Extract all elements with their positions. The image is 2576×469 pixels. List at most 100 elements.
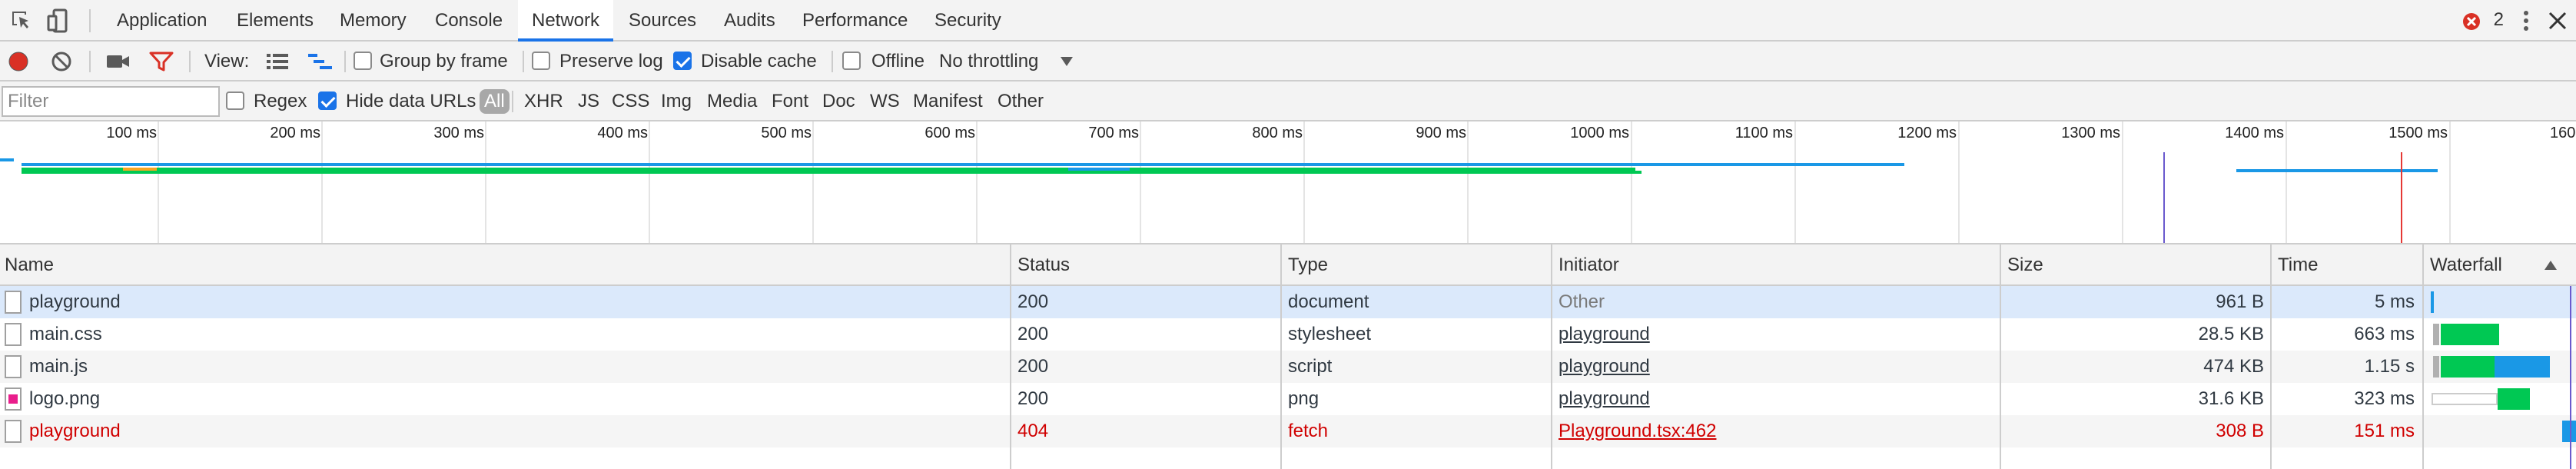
column-divider[interactable] (1280, 244, 1282, 469)
type-filter-xhr[interactable]: XHR (524, 81, 563, 121)
error-icon[interactable] (2461, 11, 2482, 32)
toolbar-divider (89, 51, 91, 72)
column-divider[interactable] (1551, 244, 1552, 469)
request-time: 663 ms (2354, 324, 2415, 344)
hide-data-urls-checkbox[interactable] (318, 91, 337, 110)
record-icon[interactable] (8, 51, 29, 72)
network-toolbar: View: Group by frame Preserve log Disabl… (0, 42, 2576, 81)
tab-network[interactable]: Network (518, 0, 614, 42)
column-header-initiator[interactable]: Initiator (1554, 244, 2000, 286)
type-filter-font[interactable]: Font (772, 81, 808, 121)
overview-gridline (2286, 121, 2287, 243)
capture-screenshots-icon[interactable] (106, 52, 131, 71)
request-initiator-link[interactable]: playground (1559, 318, 1997, 351)
table-row[interactable]: main.js 200 script playground 474 KB 1.1… (0, 351, 2576, 383)
type-filter-manifest[interactable]: Manifest (913, 81, 983, 121)
column-header-size[interactable]: Size (2003, 244, 2270, 286)
table-row[interactable]: playground 200 document Other 961 B 5 ms (0, 286, 2576, 318)
type-filter-ws[interactable]: WS (870, 81, 900, 121)
filter-icon[interactable] (149, 51, 174, 72)
table-row[interactable]: main.css 200 stylesheet playground 28.5 … (0, 318, 2576, 351)
type-filter-other[interactable]: Other (998, 81, 1044, 121)
type-filter-all[interactable]: All (480, 89, 510, 114)
column-divider[interactable] (2270, 244, 2272, 469)
regex-label[interactable]: Regex (254, 81, 307, 121)
tab-performance[interactable]: Performance (788, 0, 921, 42)
request-name[interactable]: logo.png (29, 383, 1005, 415)
request-initiator-link[interactable]: playground (1559, 351, 1997, 383)
throttling-dropdown-icon[interactable] (1059, 55, 1074, 68)
image-icon (5, 388, 22, 411)
type-filter-doc[interactable]: Doc (822, 81, 855, 121)
sort-ascending-icon[interactable] (2544, 260, 2558, 271)
request-status: 200 (1017, 356, 1049, 377)
offline-label[interactable]: Offline (871, 42, 925, 81)
request-name[interactable]: playground (29, 286, 1005, 318)
overview-gridline (2449, 121, 2451, 243)
error-count[interactable]: 2 (2494, 9, 2504, 31)
tab-security[interactable]: Security (921, 0, 1015, 42)
device-toolbar-icon[interactable] (45, 7, 72, 35)
devtools-tabbar: Application Elements Memory Console Netw… (0, 0, 2576, 42)
request-name[interactable]: main.css (29, 318, 1005, 351)
type-filter-img[interactable]: Img (661, 81, 692, 121)
large-rows-icon[interactable] (266, 52, 289, 71)
hide-data-urls-label[interactable]: Hide data URLs (346, 81, 476, 121)
tab-elements[interactable]: Elements (223, 0, 327, 42)
tab-memory[interactable]: Memory (326, 0, 420, 42)
column-divider[interactable] (2000, 244, 2001, 469)
column-divider[interactable] (1010, 244, 1011, 469)
tab-console[interactable]: Console (421, 0, 516, 42)
request-name[interactable]: main.js (29, 351, 1005, 383)
disable-cache-label[interactable]: Disable cache (701, 42, 817, 81)
tab-sources[interactable]: Sources (615, 0, 710, 42)
overview-tick-label: 1400 ms (2225, 125, 2284, 141)
timeline-overview[interactable]: 100 ms 200 ms 300 ms 400 ms 500 ms 600 m… (0, 121, 2576, 244)
overview-tick-label: 500 ms (761, 125, 812, 141)
tab-application[interactable]: Application (103, 0, 221, 42)
overview-gridline (976, 121, 978, 243)
group-by-frame-checkbox[interactable] (354, 52, 372, 70)
request-time: 5 ms (2374, 291, 2415, 312)
regex-checkbox[interactable] (226, 91, 244, 110)
request-size: 961 B (2216, 291, 2264, 312)
overview-gridline (1467, 121, 1469, 243)
group-by-frame-label[interactable]: Group by frame (380, 42, 508, 81)
offline-checkbox[interactable] (842, 52, 861, 70)
type-filter-css[interactable]: CSS (612, 81, 649, 121)
disable-cache-checkbox[interactable] (673, 52, 692, 70)
request-initiator-link[interactable]: playground (1559, 383, 1997, 415)
overview-tick-label: 1200 ms (1897, 125, 1957, 141)
inspect-element-icon[interactable] (8, 7, 35, 35)
column-header-status[interactable]: Status (1013, 244, 1280, 286)
request-initiator-link[interactable]: Playground.tsx:462 (1559, 415, 1997, 447)
throttling-select[interactable]: No throttling (939, 42, 1038, 81)
document-icon (5, 323, 22, 346)
preserve-log-checkbox[interactable] (532, 52, 550, 70)
request-type: fetch (1288, 421, 1329, 441)
clear-icon[interactable] (51, 51, 72, 72)
type-filter-media[interactable]: Media (707, 81, 757, 121)
request-status: 404 (1017, 421, 1049, 441)
tab-audits[interactable]: Audits (710, 0, 789, 42)
preserve-log-label[interactable]: Preserve log (559, 42, 663, 81)
more-options-icon[interactable] (2515, 8, 2538, 33)
overview-tick-label: 600 ms (925, 125, 975, 141)
column-header-name[interactable]: Name (0, 244, 1010, 286)
overview-tick-label: 700 ms (1088, 125, 1139, 141)
column-header-time[interactable]: Time (2273, 244, 2419, 286)
document-icon (5, 355, 22, 378)
request-name[interactable]: playground (29, 415, 1005, 447)
overview-waterfall-icon[interactable] (307, 52, 334, 71)
table-row[interactable]: logo.png 200 png playground 31.6 KB 323 … (0, 383, 2576, 415)
column-header-type[interactable]: Type (1283, 244, 1551, 286)
dom-content-loaded-marker (2163, 152, 2165, 243)
type-filter-js[interactable]: JS (578, 81, 599, 121)
overview-gridline (1631, 121, 1632, 243)
table-row[interactable]: playground 404 fetch Playground.tsx:462 … (0, 415, 2576, 447)
overview-tick-label: 1100 ms (1734, 125, 1793, 141)
toolbar-divider (832, 51, 833, 72)
close-icon[interactable] (2547, 10, 2568, 32)
column-header-waterfall[interactable]: Waterfall (2425, 244, 2533, 286)
filter-input[interactable] (2, 86, 220, 117)
